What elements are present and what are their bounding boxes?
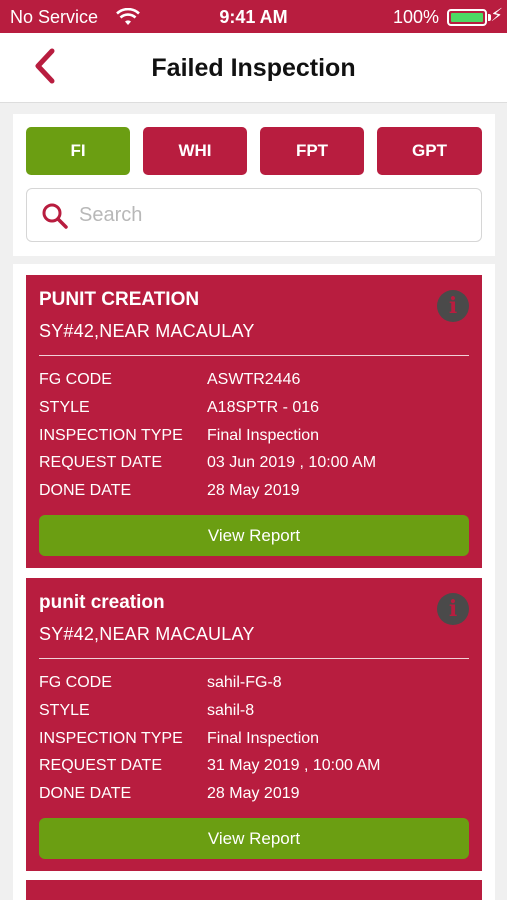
- info-icon[interactable]: i: [437, 593, 469, 625]
- detail-label: DONE DATE: [39, 482, 132, 499]
- detail-value: ASWTR2446: [207, 371, 301, 388]
- search-placeholder: Search: [79, 204, 143, 226]
- detail-label: REQUEST DATE: [39, 454, 162, 471]
- inspection-card: punit creation SY#42,NEAR MACAULAY i FG …: [26, 578, 482, 871]
- tab-whi[interactable]: WHI: [143, 127, 247, 175]
- search-icon: [41, 202, 69, 235]
- inspection-card: PUNIT CREATION SY#42,NEAR MACAULAY i FG …: [26, 275, 482, 568]
- view-report-button[interactable]: View Report: [39, 818, 469, 859]
- filter-panel: FI WHI FPT GPT Search: [13, 114, 495, 256]
- detail-label: INSPECTION TYPE: [39, 730, 183, 747]
- divider: [39, 658, 469, 659]
- factory-address: SY#42,NEAR MACAULAY: [39, 624, 255, 644]
- factory-address: SY#42,NEAR MACAULAY: [39, 321, 255, 341]
- tab-fpt[interactable]: FPT: [260, 127, 364, 175]
- detail-value: sahil-FG-8: [207, 674, 282, 691]
- detail-value: 03 Jun 2019 , 10:00 AM: [207, 454, 377, 471]
- factory-name: PUNIT CREATION: [39, 289, 200, 310]
- tab-fi[interactable]: FI: [26, 127, 130, 175]
- detail-value: Final Inspection: [207, 730, 320, 747]
- detail-value: Final Inspection: [207, 427, 320, 444]
- detail-value: A18SPTR - 016: [207, 399, 320, 416]
- nav-bar: Failed Inspection: [0, 33, 507, 103]
- search-input[interactable]: Search: [26, 188, 482, 242]
- tab-gpt[interactable]: GPT: [377, 127, 482, 175]
- detail-label: REQUEST DATE: [39, 757, 162, 774]
- battery-percent: 100%: [392, 7, 439, 27]
- detail-label: STYLE: [39, 702, 90, 719]
- detail-value: sahil-8: [207, 702, 255, 719]
- detail-label: FG CODE: [39, 674, 112, 691]
- info-icon[interactable]: i: [437, 290, 469, 322]
- inspection-card-partial: [26, 880, 482, 900]
- page-title: Failed Inspection: [151, 54, 356, 82]
- view-report-button[interactable]: View Report: [39, 515, 469, 556]
- factory-name: punit creation: [39, 592, 165, 613]
- detail-value: 31 May 2019 , 10:00 AM: [207, 757, 381, 774]
- detail-label: INSPECTION TYPE: [39, 427, 183, 444]
- detail-label: DONE DATE: [39, 785, 132, 802]
- detail-label: STYLE: [39, 399, 90, 416]
- charging-icon: ⚡: [490, 5, 503, 25]
- detail-label: FG CODE: [39, 371, 112, 388]
- detail-value: 28 May 2019: [207, 482, 300, 499]
- status-bar: No Service 9:41 AM 100% ⚡: [0, 0, 507, 33]
- detail-value: 28 May 2019: [207, 785, 300, 802]
- battery-icon: [447, 9, 487, 26]
- divider: [39, 355, 469, 356]
